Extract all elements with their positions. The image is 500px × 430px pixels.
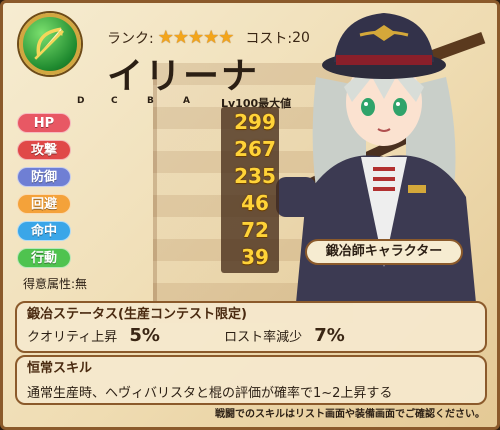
smith-character-tag: 鍛冶師キャラクター xyxy=(305,239,463,265)
stat-value: 267 xyxy=(234,137,276,161)
character-name: イリーナ xyxy=(107,56,260,97)
quality-label: クオリティ上昇 xyxy=(27,330,118,345)
stat-value: 235 xyxy=(234,164,276,188)
stat-row: 命中 72 xyxy=(17,218,279,242)
stat-row: 回避 46 xyxy=(17,191,279,215)
production-box: 鍛冶ステータス(生産コンテスト限定) クオリティ上昇 5% ロスト率減少 7% xyxy=(15,301,487,353)
skill-title: 恒常スキル xyxy=(27,361,93,376)
grade-b: B xyxy=(147,96,154,106)
stat-value: 46 xyxy=(241,191,269,215)
stat-label: 命中 xyxy=(17,221,71,241)
stat-bar-fill xyxy=(58,224,170,238)
stat-bar-fill xyxy=(58,116,224,130)
stat-value: 39 xyxy=(241,245,269,269)
stat-row: 攻撃 267 xyxy=(17,137,279,161)
rank-row: ランク: ★★★★★ コスト: 20 xyxy=(107,27,310,48)
stat-bar-track xyxy=(57,223,239,239)
skill-box: 恒常スキル 通常生産時、ヘヴィバリスタと棍の評価が確率で1~2上昇する xyxy=(15,355,487,405)
stat-bar-track xyxy=(57,196,239,212)
lost-label: ロスト率減少 xyxy=(224,330,303,345)
production-title: 鍛冶ステータス(生産コンテスト限定) xyxy=(27,307,247,322)
character-card: ランク: ★★★★★ コスト: 20 イリーナ D C B A Lv100最大値… xyxy=(0,0,500,430)
stat-value: 299 xyxy=(234,110,276,134)
stat-row: 行動 39 xyxy=(17,245,279,269)
stat-bar-track xyxy=(57,169,239,185)
stat-bar-fill xyxy=(58,143,213,157)
cost-value: 20 xyxy=(292,29,310,46)
stat-bar-fill xyxy=(58,170,202,184)
bow-icon xyxy=(19,13,81,75)
stat-bar-track xyxy=(57,142,239,158)
grade-d: D xyxy=(77,96,85,106)
stat-label: 攻撃 xyxy=(17,140,71,160)
stat-row: 防御 235 xyxy=(17,164,279,188)
cost-label: コスト: xyxy=(245,30,293,47)
stat-label: 回避 xyxy=(17,194,71,214)
grade-a: A xyxy=(183,96,190,106)
stat-value: 72 xyxy=(241,218,269,242)
quality-value: 5% xyxy=(129,325,160,346)
lost-value: 7% xyxy=(314,325,345,346)
stat-bar-track xyxy=(57,250,239,266)
grade-c: C xyxy=(111,96,118,106)
skill-text: 通常生産時、ヘヴィバリスタと棍の評価が確率で1~2上昇する xyxy=(27,386,393,401)
stat-row: HP 299 xyxy=(17,110,279,134)
production-stats: クオリティ上昇 5% ロスト率減少 7% xyxy=(27,325,345,346)
stat-bar-track xyxy=(57,115,239,131)
rank-stars: ★★★★★ xyxy=(157,27,235,48)
rank-label: ランク: xyxy=(107,30,154,47)
affinity-label: 得意属性:無 xyxy=(23,277,88,291)
footer-note: 戦闘でのスキルはリスト画面や装備画面でご確認ください。 xyxy=(215,409,485,420)
stat-label: HP xyxy=(17,113,71,133)
stat-label: 防御 xyxy=(17,167,71,187)
stat-label: 行動 xyxy=(17,248,71,268)
